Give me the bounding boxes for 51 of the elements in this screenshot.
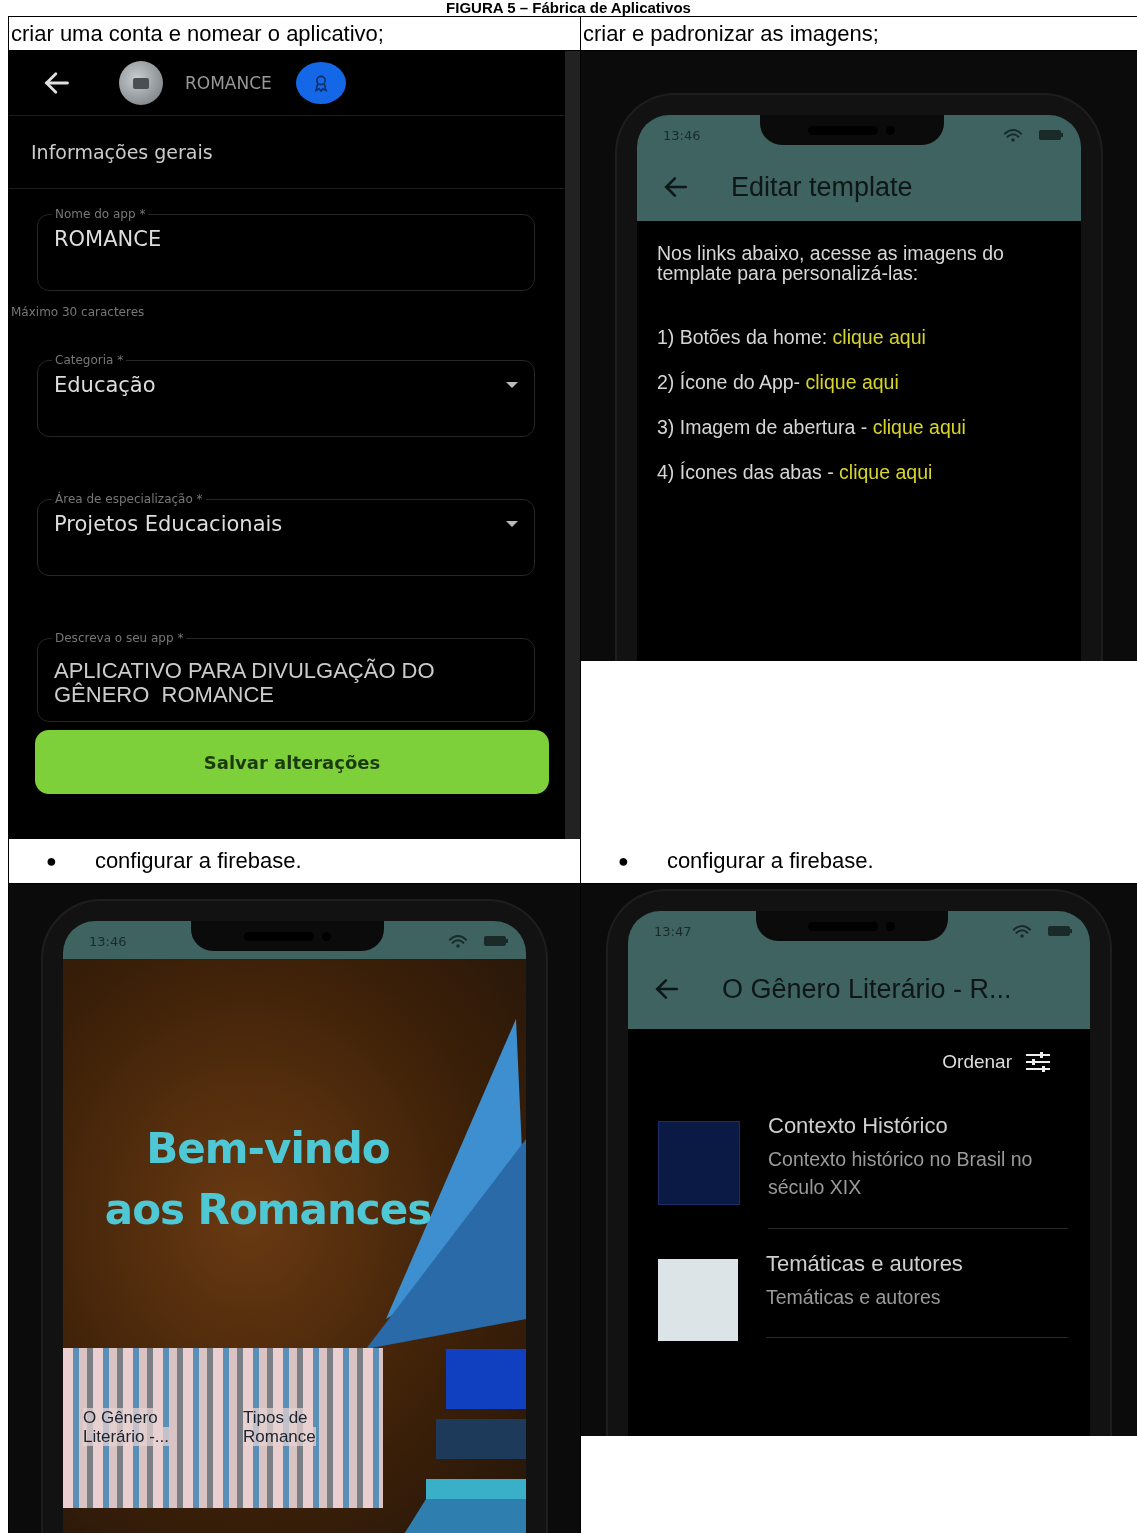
link-line: 4) Ícones das abas - clique aqui: [657, 460, 934, 484]
battery-icon: [484, 935, 508, 947]
link[interactable]: clique aqui: [805, 370, 899, 393]
textarea-field[interactable]: Descreva o seu app * APLICATIVO PARA DIVULGAÇÃO DO GÊNERO ROMANCE: [37, 631, 535, 723]
app-bar-title: O Gênero Literário - R...: [722, 973, 1012, 1005]
link-line: 2) Ícone do App- clique aqui: [657, 370, 900, 394]
bullet-mark: ●: [46, 850, 57, 872]
wifi-icon: [1003, 127, 1023, 143]
item-subtitle: Temáticas e autores: [766, 1284, 942, 1310]
wifi-icon: [1012, 923, 1032, 939]
status-time: 13:46: [663, 128, 701, 143]
link-line: 1) Botões da home: clique aqui: [657, 325, 927, 349]
bullet-mark: ●: [618, 850, 629, 872]
link[interactable]: clique aqui: [872, 415, 966, 438]
app-name: ROMANCE: [185, 73, 272, 93]
intro-text: Nos links abaixo, acesse as imagens do template para personalizá-las:: [657, 243, 1005, 284]
welcome-heading: Bem-vindo aos Romances: [103, 1123, 433, 1236]
battery-icon: [1048, 925, 1072, 937]
sort-button[interactable]: Ordenar: [942, 1051, 1050, 1073]
wifi-icon: [448, 933, 468, 949]
list-item[interactable]: Contexto Histórico Contexto histórico no Brasil no século XIX: [658, 1113, 1068, 1251]
caption-text: configurar a firebase.: [666, 848, 874, 874]
link-line: 3) Imagem de abertura - clique aqui: [657, 415, 967, 439]
battery-icon: [1039, 129, 1063, 141]
list-item[interactable]: Temáticas e autores Temáticas e autores: [658, 1250, 1068, 1360]
home-tile-button[interactable]: Tipos de Romance: [223, 1348, 383, 1508]
caption-text: criar e padronizar as imagens;: [583, 20, 879, 47]
dropdown-field[interactable]: Categoria * Educação: [37, 353, 535, 437]
section-title: Informações gerais: [31, 141, 213, 163]
save-button[interactable]: Salvar alterações: [35, 730, 549, 795]
status-time: 13:47: [654, 924, 692, 939]
caption-text: criar uma conta e nomear o aplicativo;: [11, 20, 384, 47]
helper-text: Máximo 30 caracteres: [11, 305, 146, 319]
sliders-icon: [1026, 1052, 1050, 1072]
home-tile-button[interactable]: O Gênero Literário -...: [63, 1348, 223, 1508]
app-bar-title: Editar template: [731, 171, 913, 203]
dropdown-field[interactable]: Área de especialização * Projetos Educacionais: [37, 492, 535, 576]
text-field[interactable]: Nome do app * ROMANCE: [37, 207, 535, 291]
status-time: 13:46: [89, 934, 127, 949]
link[interactable]: clique aqui: [832, 325, 926, 348]
link[interactable]: clique aqui: [839, 460, 933, 483]
item-title: Contexto Histórico: [768, 1113, 949, 1139]
figure-title: FIGURA 5 – Fábrica de Aplicativos: [446, 0, 691, 16]
caret-icon: [506, 521, 518, 527]
item-title: Temáticas e autores: [766, 1250, 964, 1277]
item-subtitle: Contexto histórico no Brasil no século XIX: [768, 1147, 1034, 1201]
back-arrow-icon[interactable]: [43, 69, 71, 97]
caret-icon: [506, 382, 518, 388]
caption-text: configurar a firebase.: [94, 848, 302, 874]
app-avatar: [119, 61, 163, 105]
award-button[interactable]: [295, 62, 346, 104]
